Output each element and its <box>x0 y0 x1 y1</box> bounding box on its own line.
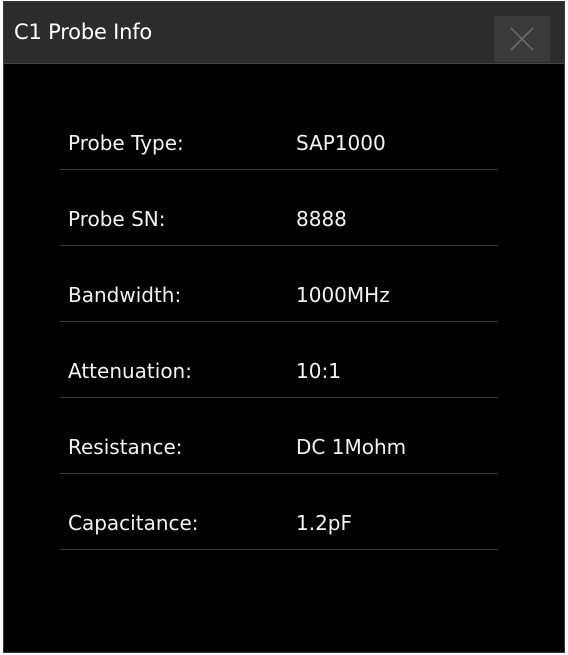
probe-sn-label: Probe SN: <box>68 207 166 231</box>
probe-info-list: Probe Type: SAP1000 Probe SN: 8888 Bandw… <box>4 2 564 652</box>
resistance-label: Resistance: <box>68 435 183 459</box>
probe-sn-value: 8888 <box>296 207 347 231</box>
resistance-row: Resistance: DC 1Mohm <box>60 434 498 474</box>
bandwidth-row: Bandwidth: 1000MHz <box>60 282 498 322</box>
probe-type-label: Probe Type: <box>68 131 184 155</box>
probe-type-row: Probe Type: SAP1000 <box>60 130 498 170</box>
attenuation-row: Attenuation: 10:1 <box>60 358 498 398</box>
attenuation-value: 10:1 <box>296 359 341 383</box>
capacitance-value: 1.2pF <box>296 511 353 535</box>
probe-type-value: SAP1000 <box>296 131 386 155</box>
resistance-value: DC 1Mohm <box>296 435 407 459</box>
capacitance-label: Capacitance: <box>68 511 199 535</box>
probe-sn-row: Probe SN: 8888 <box>60 206 498 246</box>
probe-info-dialog: C1 Probe Info Probe Type: SAP1000 Probe … <box>3 1 565 653</box>
bandwidth-label: Bandwidth: <box>68 283 182 307</box>
attenuation-label: Attenuation: <box>68 359 192 383</box>
bandwidth-value: 1000MHz <box>296 283 390 307</box>
capacitance-row: Capacitance: 1.2pF <box>60 510 498 550</box>
